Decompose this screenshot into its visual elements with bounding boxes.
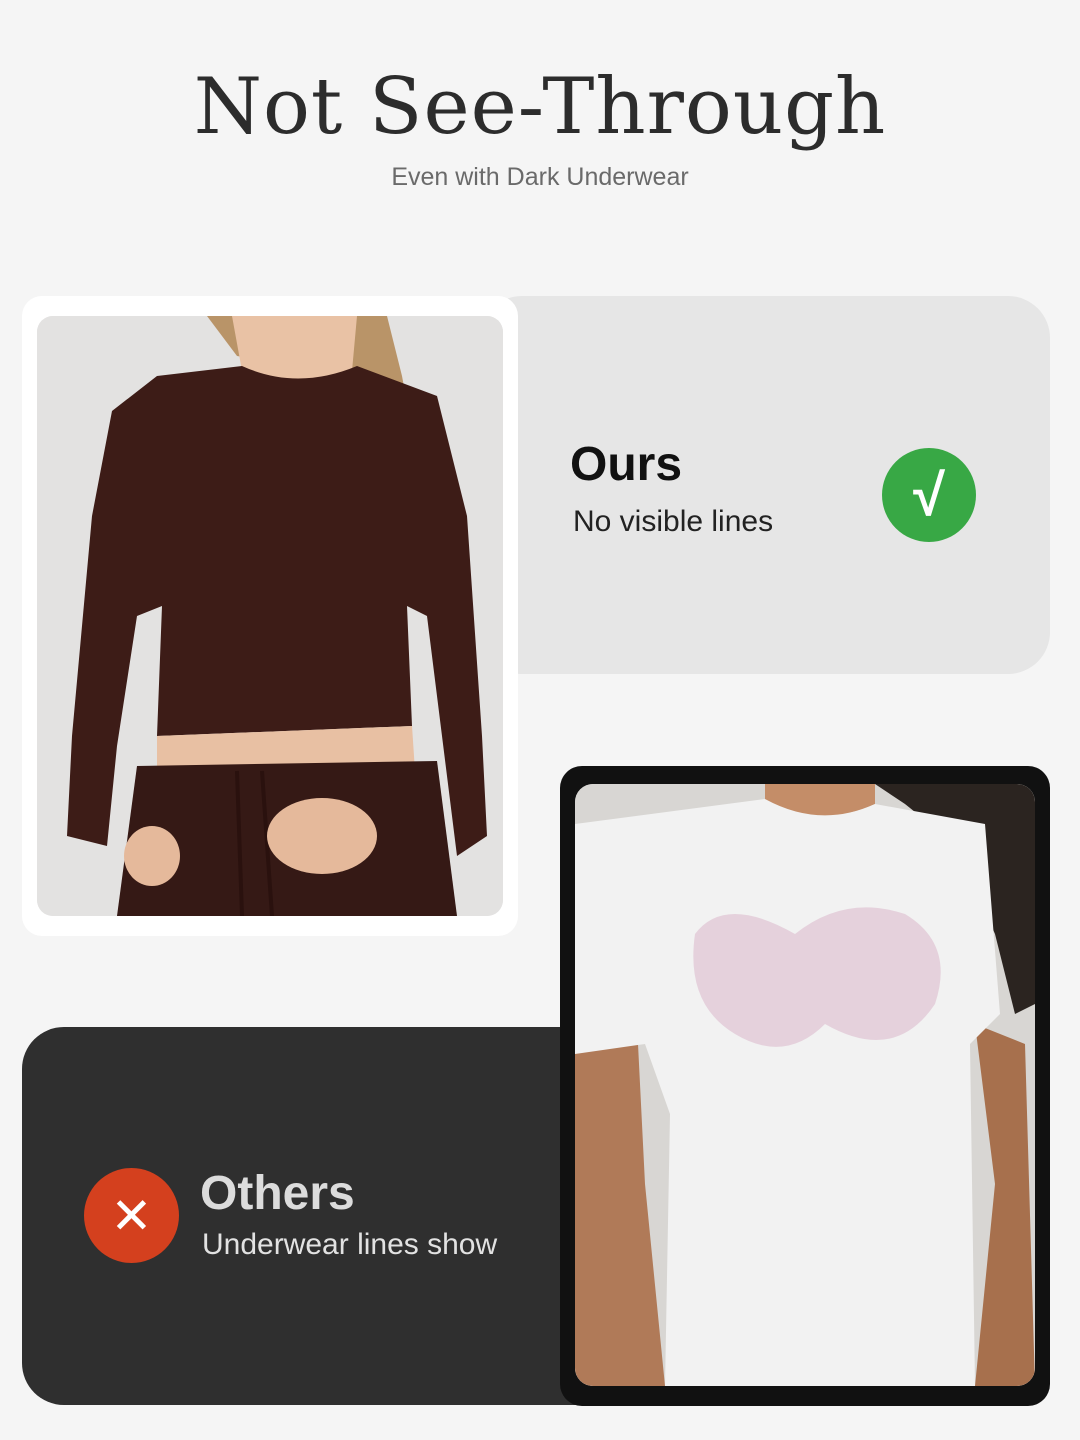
check-icon: √ [882,448,976,542]
close-icon: ✕ [84,1168,179,1263]
others-label: Others [200,1167,355,1220]
others-product-photo [575,784,1035,1386]
ours-product-photo [37,316,503,916]
others-description: Underwear lines show [202,1228,498,1261]
ours-description: No visible lines [573,505,774,538]
ours-photo-illustration [37,316,503,916]
page-title: Not See-Through [193,62,887,152]
others-photo-illustration [575,784,1035,1386]
ours-label: Ours [570,438,683,491]
page-subtitle: Even with Dark Underwear [391,163,689,191]
